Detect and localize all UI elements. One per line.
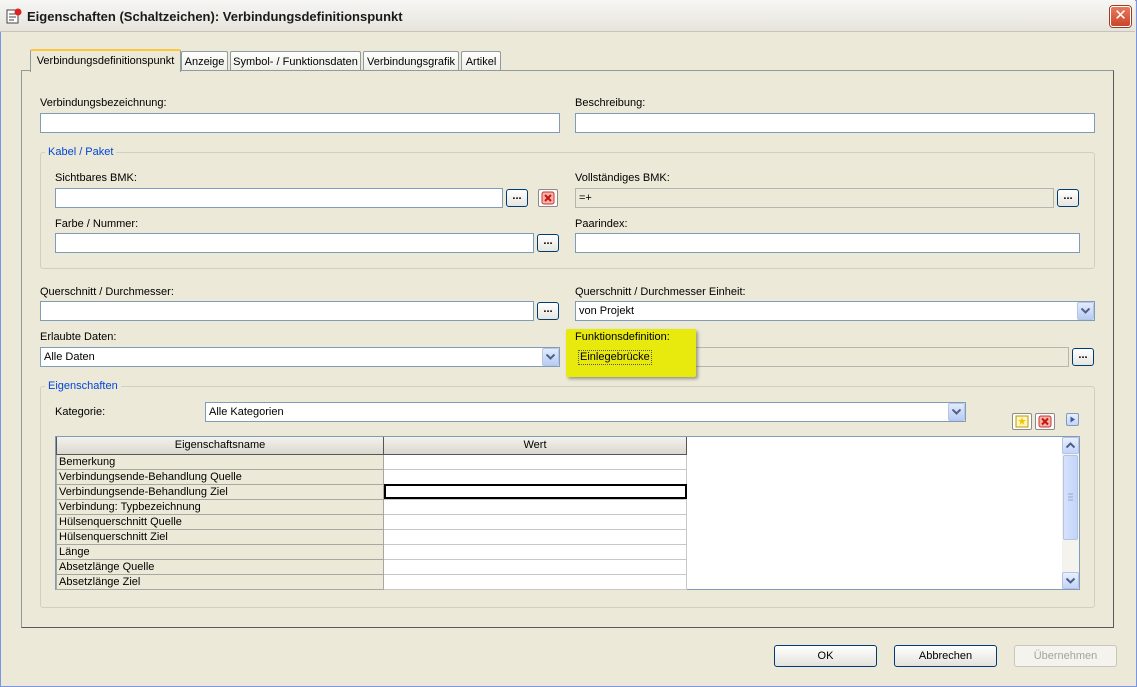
chevron-down-icon[interactable] [1077, 302, 1094, 320]
farbe-nummer-label: Farbe / Nummer: [55, 218, 139, 230]
property-name: Verbindungsende-Behandlung Quelle [56, 468, 384, 485]
tab-verbindungsdefinitionspunkt[interactable]: Verbindungsdefinitionspunkt [30, 49, 181, 72]
kategorie-select[interactable]: Alle Kategorien [205, 402, 966, 422]
app-icon [6, 8, 22, 24]
table-row[interactable]: Absetzlänge Ziel [56, 573, 687, 590]
table-row[interactable]: Bemerkung [56, 453, 687, 470]
chevron-down-icon[interactable] [542, 348, 559, 366]
property-value-cell[interactable] [383, 453, 687, 470]
cancel-button[interactable]: Abbrechen [894, 645, 997, 667]
funktionsdefinition-browse-button[interactable]: ... [1072, 348, 1094, 366]
table-row[interactable]: Länge [56, 543, 687, 560]
erlaubte-daten-select[interactable]: Alle Daten [40, 347, 560, 367]
apply-button[interactable]: Übernehmen [1014, 645, 1117, 667]
beschreibung-input[interactable] [575, 113, 1095, 133]
property-name: Bemerkung [56, 453, 384, 470]
table-row[interactable]: Hülsenquerschnitt Ziel [56, 528, 687, 545]
column-header-wert[interactable]: Wert [383, 437, 687, 455]
vollstaendiges-bmk-label: Vollständiges BMK: [575, 172, 670, 184]
querschnitt-browse-button[interactable]: ... [537, 302, 559, 320]
window-title: Eigenschaften (Schaltzeichen): Verbindun… [27, 9, 403, 24]
kabel-paket-title: Kabel / Paket [45, 146, 117, 158]
querschnitt-label: Querschnitt / Durchmesser: [40, 286, 174, 298]
querschnitt-einheit-label: Querschnitt / Durchmesser Einheit: [575, 286, 746, 298]
table-row[interactable]: Verbindungsende-Behandlung Quelle [56, 468, 687, 485]
property-name: Hülsenquerschnitt Ziel [56, 528, 384, 545]
farbe-nummer-input[interactable] [55, 233, 534, 253]
property-name: Absetzlänge Quelle [56, 558, 384, 575]
querschnitt-input[interactable] [40, 301, 534, 321]
kategorie-label: Kategorie: [55, 406, 106, 418]
sichtbares-bmk-input[interactable] [55, 188, 503, 208]
property-value-cell[interactable] [383, 498, 687, 515]
sichtbares-bmk-label: Sichtbares BMK: [55, 172, 137, 184]
sichtbares-bmk-browse-button[interactable]: ... [506, 189, 528, 207]
funktionsdefinition-label: Funktionsdefinition: [575, 331, 670, 343]
verbindungsbezeichnung-label: Verbindungsbezeichnung: [40, 97, 167, 109]
vollstaendiges-bmk-browse-button[interactable]: ... [1057, 189, 1079, 207]
properties-table: Eigenschaftsname Wert Bemerkung Verbindu… [56, 437, 687, 590]
scroll-down-icon[interactable] [1062, 572, 1079, 589]
property-name: Länge [56, 543, 384, 560]
table-row[interactable]: Hülsenquerschnitt Quelle [56, 513, 687, 530]
property-name: Verbindung: Typbezeichnung [56, 498, 384, 515]
table-row[interactable]: Absetzlänge Quelle [56, 558, 687, 575]
beschreibung-label: Beschreibung: [575, 97, 646, 109]
farbe-nummer-browse-button[interactable]: ... [537, 234, 559, 252]
property-name: Absetzlänge Ziel [56, 573, 384, 590]
vollstaendiges-bmk-field: =+ [575, 188, 1054, 208]
new-property-icon[interactable] [1012, 413, 1032, 430]
verbindungsbezeichnung-input[interactable] [40, 113, 560, 133]
scroll-up-icon[interactable] [1062, 437, 1079, 454]
column-header-eigenschaftsname[interactable]: Eigenschaftsname [56, 437, 384, 455]
ok-button[interactable]: OK [774, 645, 877, 667]
properties-grid: Eigenschaftsname Wert Bemerkung Verbindu… [55, 436, 1080, 590]
querschnitt-einheit-select[interactable]: von Projekt [575, 301, 1095, 321]
paarindex-label: Paarindex: [575, 218, 628, 230]
property-name: Verbindungsende-Behandlung Ziel [56, 483, 384, 500]
property-value-cell[interactable] [383, 513, 687, 530]
paarindex-input[interactable] [575, 233, 1080, 253]
chevron-down-icon[interactable] [948, 403, 965, 421]
close-button[interactable]: ✕ [1110, 6, 1131, 27]
property-value-cell-focused[interactable] [383, 483, 687, 500]
property-value-cell[interactable] [383, 573, 687, 590]
scroll-thumb[interactable] [1063, 455, 1078, 540]
table-row[interactable]: Verbindung: Typbezeichnung [56, 498, 687, 515]
delete-icon[interactable] [538, 189, 558, 207]
funktionsdefinition-field[interactable]: Einlegebrücke [578, 350, 652, 365]
property-value-cell[interactable] [383, 543, 687, 560]
erlaubte-daten-label: Erlaubte Daten: [40, 331, 117, 343]
eigenschaften-title: Eigenschaften [45, 380, 121, 392]
delete-property-icon[interactable] [1035, 413, 1055, 430]
table-row[interactable]: Verbindungsende-Behandlung Ziel [56, 483, 687, 500]
property-value-cell[interactable] [383, 558, 687, 575]
property-value-cell[interactable] [383, 468, 687, 485]
property-name: Hülsenquerschnitt Quelle [56, 513, 384, 530]
play-icon[interactable] [1066, 413, 1079, 426]
property-value-cell[interactable] [383, 528, 687, 545]
